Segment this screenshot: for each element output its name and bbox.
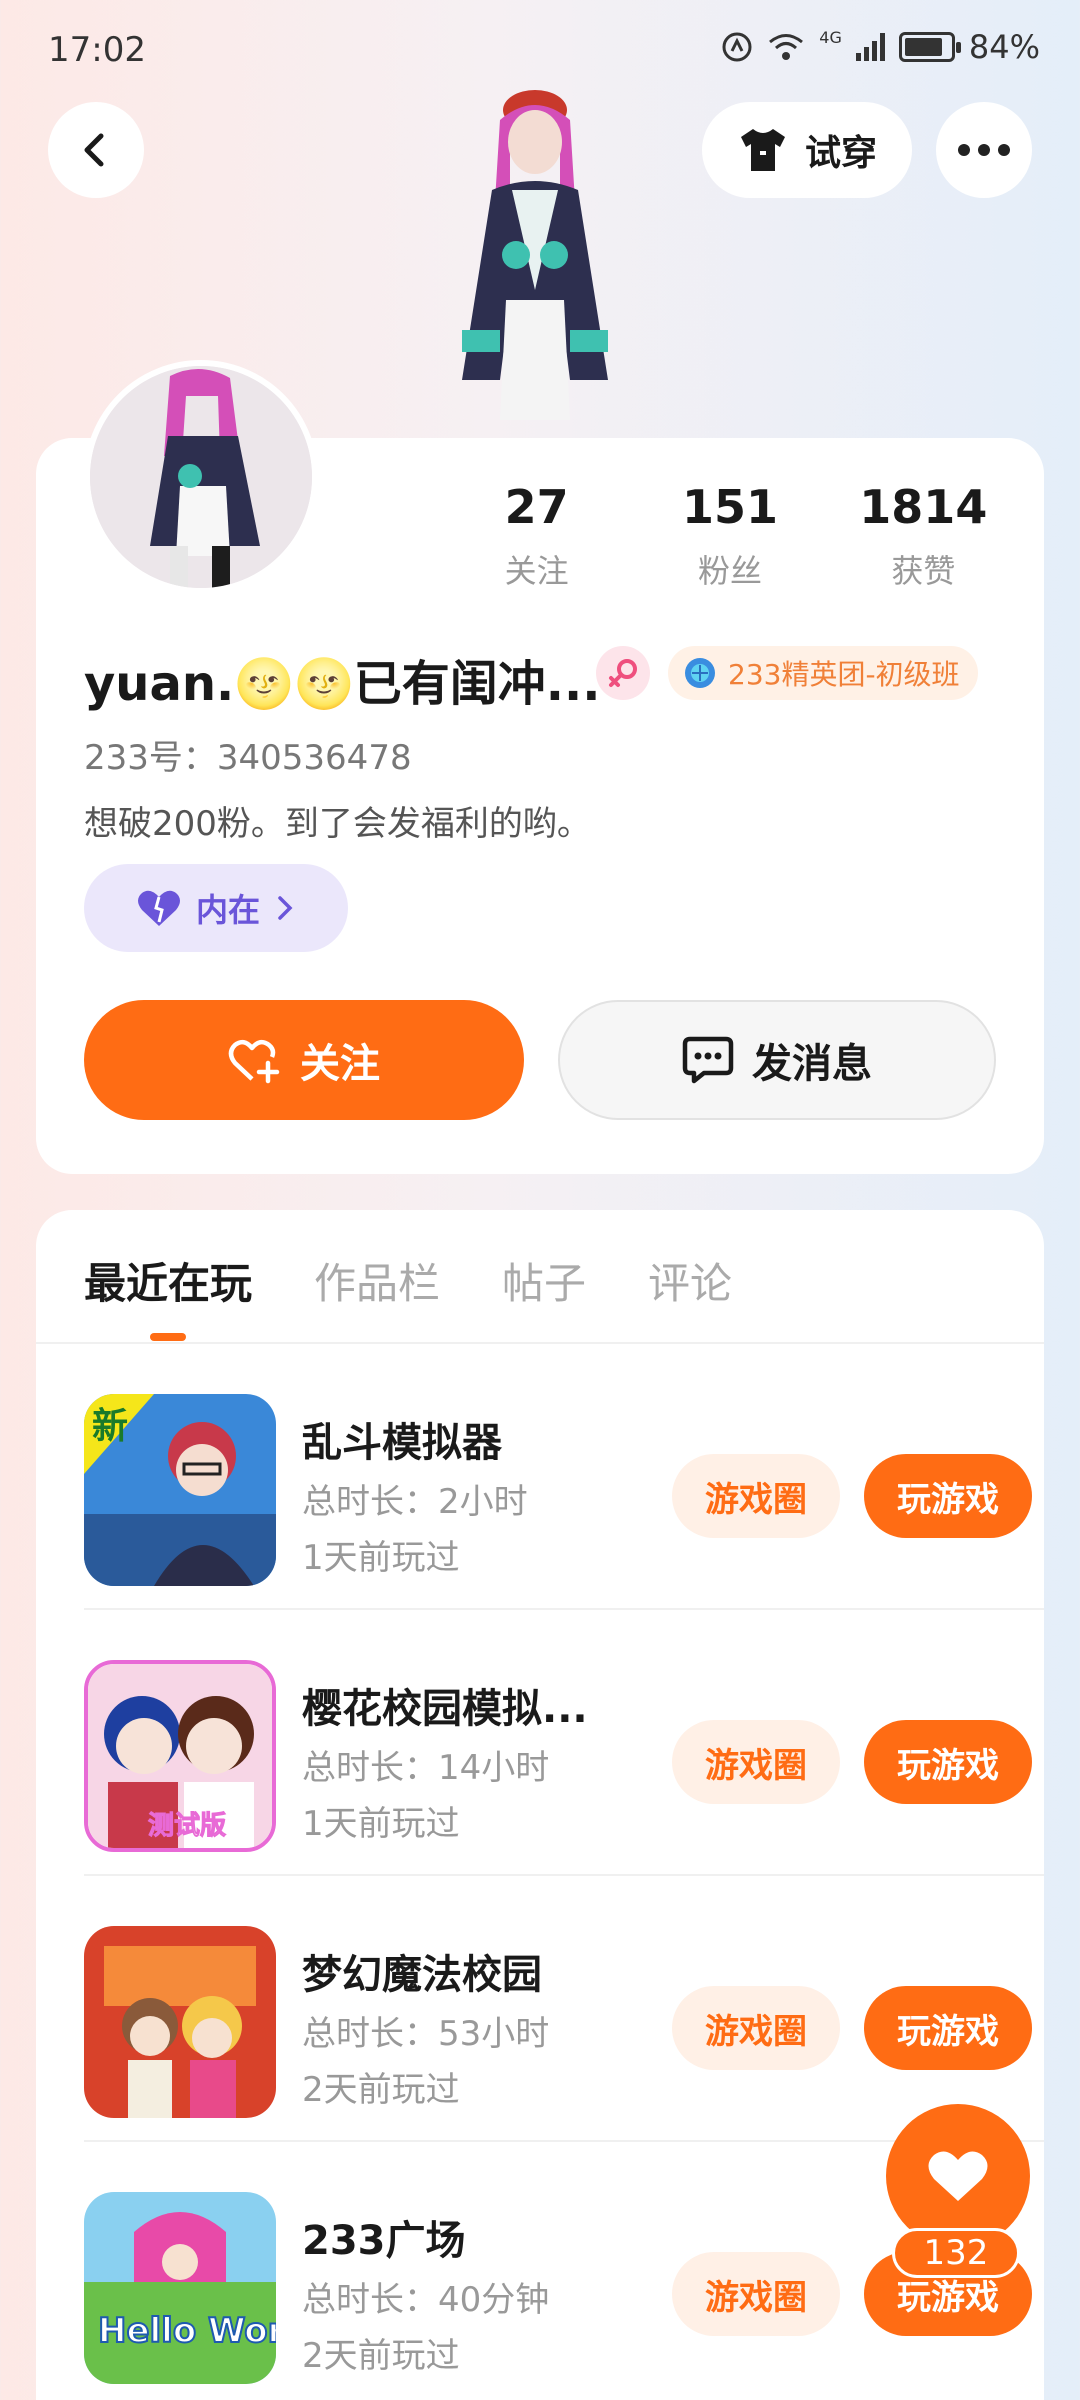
- stat-value: 151: [681, 480, 778, 534]
- game-name: 樱花校园模拟...: [302, 1686, 588, 1732]
- play-game-button[interactable]: 玩游戏: [864, 1986, 1032, 2070]
- stat-label: 获赞: [891, 552, 956, 590]
- message-button[interactable]: 发消息: [558, 1000, 996, 1120]
- game-last-played: 2天前玩过: [302, 2336, 460, 2376]
- game-icon-text: Hello World: [98, 2311, 276, 2351]
- game-circle-button[interactable]: 游戏圈: [672, 1986, 840, 2070]
- game-duration: 总时长：53小时: [302, 2014, 550, 2054]
- follow-label: 关注: [300, 1041, 380, 1087]
- more-dot: [958, 144, 970, 156]
- like-fab-button[interactable]: [886, 2104, 1030, 2248]
- game-name: 233广场: [302, 2218, 466, 2264]
- game-circle-button[interactable]: 游戏圈: [672, 1454, 840, 1538]
- chevron-left-icon: [84, 133, 104, 167]
- content-card: 最近在玩 作品栏 帖子 评论 新 乱斗模拟器 总时长：2小时 1天前玩过 游戏圈…: [36, 1210, 1044, 2400]
- try-on-label: 试穿: [804, 133, 877, 174]
- chat-bubble-icon: [682, 1036, 734, 1084]
- game-icon-text: 新: [92, 1406, 128, 1447]
- game-icon-text: 测试版: [148, 1811, 226, 1841]
- heart-plus-icon: [228, 1039, 280, 1084]
- level-badge-label: 233精英团-初级班: [728, 658, 960, 691]
- more-options-button[interactable]: [936, 102, 1032, 198]
- avatar-image: [90, 366, 312, 588]
- play-game-button[interactable]: 玩游戏: [864, 1454, 1032, 1538]
- network-type: 4G: [819, 28, 842, 47]
- game-duration: 总时长：40分钟: [302, 2280, 550, 2320]
- game-row[interactable]: 测试版 樱花校园模拟... 总时长：14小时 1天前玩过 游戏圈 玩游戏: [84, 1610, 1044, 1876]
- like-count: 132: [892, 2228, 1020, 2278]
- tab-recently-played[interactable]: 最近在玩: [84, 1250, 252, 1311]
- game-name: 乱斗模拟器: [302, 1420, 502, 1466]
- game-name: 梦幻魔法校园: [302, 1952, 542, 1998]
- heart-icon: [137, 890, 180, 926]
- more-dot: [978, 144, 990, 156]
- game-last-played: 1天前玩过: [302, 1538, 460, 1578]
- game-icon[interactable]: Hello World: [84, 2192, 276, 2384]
- level-badge[interactable]: 233精英团-初级班: [668, 646, 978, 700]
- game-row[interactable]: 梦幻魔法校园 总时长：53小时 2天前玩过 游戏圈 玩游戏: [84, 1876, 1044, 2142]
- user-id[interactable]: 233号：340536478: [84, 730, 412, 779]
- content-tabs: 最近在玩 作品栏 帖子 评论: [84, 1250, 732, 1311]
- gender-female-icon: [596, 646, 650, 700]
- follow-button[interactable]: 关注: [84, 1000, 524, 1120]
- profile-stats: 27 关注 151 粉丝 1814 获赞: [440, 480, 1020, 592]
- globe-badge-icon: [685, 658, 715, 688]
- status-icons: 4G 84%: [721, 28, 1040, 66]
- stat-likes[interactable]: 1814 获赞: [827, 480, 1020, 592]
- try-on-button[interactable]: 试穿: [702, 102, 912, 198]
- game-last-played: 1天前玩过: [302, 1804, 460, 1844]
- inner-label: 内在: [195, 891, 260, 929]
- signal-icon: [855, 33, 885, 61]
- game-circle-button[interactable]: 游戏圈: [672, 2252, 840, 2336]
- game-duration: 总时长：2小时: [302, 1482, 528, 1522]
- tab-works[interactable]: 作品栏: [314, 1250, 440, 1311]
- inner-button[interactable]: 内在: [84, 864, 348, 952]
- stat-followers[interactable]: 151 粉丝: [633, 480, 826, 592]
- stat-label: 粉丝: [697, 552, 762, 590]
- game-row[interactable]: 新 乱斗模拟器 总时长：2小时 1天前玩过 游戏圈 玩游戏: [84, 1344, 1044, 1610]
- stat-value: 27: [504, 480, 569, 534]
- stat-label: 关注: [504, 552, 569, 590]
- username: yuan.🌝🌝已有闺冲...: [84, 656, 601, 712]
- heart-icon: [928, 2151, 988, 2201]
- avatar-3d-figure[interactable]: [420, 80, 650, 440]
- game-duration: 总时长：14小时: [302, 1748, 550, 1788]
- chevron-right-icon: [278, 896, 293, 920]
- battery-icon: [898, 32, 961, 62]
- game-icon[interactable]: 新: [84, 1394, 276, 1586]
- tab-comments[interactable]: 评论: [648, 1250, 732, 1311]
- game-circle-button[interactable]: 游戏圈: [672, 1720, 840, 1804]
- game-icon[interactable]: 测试版: [84, 1660, 276, 1852]
- play-game-button[interactable]: 玩游戏: [864, 1720, 1032, 1804]
- battery-percent: 84%: [968, 28, 1040, 66]
- user-bio: 想破200粉。到了会发福利的哟。: [84, 804, 591, 844]
- stat-value: 1814: [859, 480, 988, 534]
- message-label: 发消息: [752, 1041, 872, 1087]
- shirt-icon: [740, 129, 785, 171]
- game-last-played: 2天前玩过: [302, 2070, 460, 2110]
- status-time: 17:02: [48, 30, 146, 70]
- more-dot: [998, 144, 1010, 156]
- back-button[interactable]: [48, 102, 144, 198]
- data-saver-icon: [722, 32, 752, 62]
- wifi-icon: [769, 34, 804, 60]
- game-icon[interactable]: [84, 1926, 276, 2118]
- game-list: 新 乱斗模拟器 总时长：2小时 1天前玩过 游戏圈 玩游戏 测试版 樱花校园模拟…: [36, 1344, 1044, 2400]
- stat-following[interactable]: 27 关注: [440, 480, 633, 592]
- avatar[interactable]: [84, 360, 318, 594]
- tab-posts[interactable]: 帖子: [502, 1250, 586, 1311]
